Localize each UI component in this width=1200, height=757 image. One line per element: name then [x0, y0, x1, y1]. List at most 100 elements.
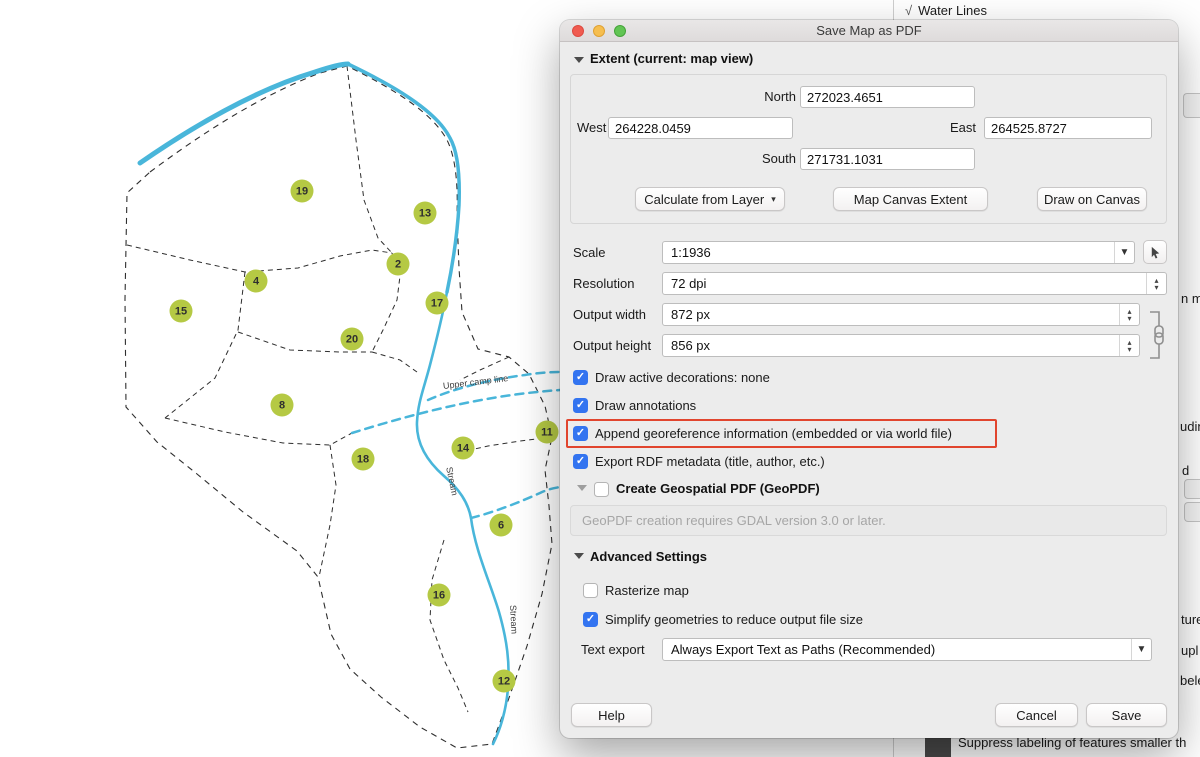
- spinner-arrows-icon[interactable]: ▴▾: [1146, 273, 1166, 294]
- map-marker-18: 18: [352, 448, 375, 471]
- rasterize-map-label: Rasterize map: [605, 583, 689, 599]
- map-canvas-extent-label: Map Canvas Extent: [854, 192, 967, 207]
- save-map-as-pdf-dialog: Save Map as PDF Extent (current: map vie…: [560, 20, 1178, 738]
- output-width-spinbox[interactable]: 872 px ▴▾: [662, 303, 1140, 326]
- collapse-triangle-geopdf[interactable]: [577, 485, 587, 491]
- draw-active-decorations-label: Draw active decorations: none: [595, 370, 770, 386]
- spinner-arrows-icon[interactable]: ▴▾: [1119, 304, 1139, 325]
- chevron-down-icon: ▾: [771, 194, 776, 205]
- scale-value: 1:1936: [671, 242, 711, 263]
- collapse-triangle-extent[interactable]: [574, 57, 584, 63]
- resolution-value: 72 dpi: [671, 273, 706, 294]
- draw-on-canvas-label: Draw on Canvas: [1044, 192, 1140, 207]
- cropped-text: d: [1182, 463, 1189, 478]
- output-width-label: Output width: [573, 307, 646, 322]
- output-height-value: 856 px: [671, 335, 710, 356]
- cropped-button-fragment[interactable]: [1183, 93, 1200, 118]
- map-marker-20: 20: [341, 328, 364, 351]
- save-button-label: Save: [1112, 708, 1142, 723]
- dialog-title: Save Map as PDF: [560, 23, 1178, 38]
- set-scale-from-canvas-button[interactable]: [1143, 240, 1167, 264]
- append-georeference-label: Append georeference information (embedde…: [595, 426, 952, 442]
- layer-item-label: Water Lines: [918, 3, 987, 18]
- help-button[interactable]: Help: [571, 703, 652, 727]
- cropped-text: ture: [1181, 612, 1200, 627]
- layer-item-water-lines[interactable]: √ Water Lines: [905, 3, 987, 18]
- map-label: Stream: [508, 605, 520, 634]
- chevron-down-icon[interactable]: ▼: [1114, 242, 1134, 263]
- draw-on-canvas-button[interactable]: Draw on Canvas: [1037, 187, 1147, 211]
- cropped-text: n m: [1181, 291, 1200, 306]
- spinner-arrows-icon[interactable]: ▴▾: [1119, 335, 1139, 356]
- map-marker-15: 15: [170, 300, 193, 323]
- cursor-icon: [1149, 246, 1162, 259]
- south-label: South: [710, 151, 796, 166]
- export-rdf-metadata-label: Export RDF metadata (title, author, etc.…: [595, 454, 825, 470]
- map-marker-6: 6: [490, 514, 513, 537]
- geopdf-note-box: GeoPDF creation requires GDAL version 3.…: [570, 505, 1167, 536]
- scale-label: Scale: [573, 245, 606, 260]
- line-layer-icon: √: [905, 3, 912, 18]
- extent-section-header: Extent (current: map view): [590, 51, 753, 66]
- east-label: East: [950, 120, 976, 135]
- scale-combobox[interactable]: 1:1936 ▼: [662, 241, 1135, 264]
- output-width-value: 872 px: [671, 304, 710, 325]
- parcel-internal-lines: [127, 66, 552, 712]
- west-input[interactable]: [608, 117, 793, 139]
- map-marker-11: 11: [536, 421, 559, 444]
- save-button[interactable]: Save: [1086, 703, 1167, 727]
- cropped-text: upl: [1181, 643, 1198, 658]
- map-marker-17: 17: [426, 292, 449, 315]
- draw-annotations-label: Draw annotations: [595, 398, 696, 414]
- map-marker-19: 19: [291, 180, 314, 203]
- cancel-button[interactable]: Cancel: [995, 703, 1078, 727]
- checkbox-export-rdf-metadata[interactable]: ✓: [573, 454, 588, 469]
- checkbox-draw-annotations[interactable]: ✓: [573, 398, 588, 413]
- simplify-geometries-label: Simplify geometries to reduce output fil…: [605, 612, 863, 628]
- river-thick: [140, 64, 348, 163]
- calculate-from-layer-button[interactable]: Calculate from Layer ▾: [635, 187, 785, 211]
- resolution-spinbox[interactable]: 72 dpi ▴▾: [662, 272, 1167, 295]
- north-input[interactable]: [800, 86, 975, 108]
- east-input[interactable]: [984, 117, 1152, 139]
- map-marker-13: 13: [414, 202, 437, 225]
- resolution-label: Resolution: [573, 276, 634, 291]
- map-marker-8: 8: [271, 394, 294, 417]
- chevron-down-icon[interactable]: ▼: [1131, 639, 1151, 660]
- help-button-label: Help: [598, 708, 625, 723]
- cancel-button-label: Cancel: [1016, 708, 1056, 723]
- cropped-button-fragment[interactable]: [1184, 502, 1200, 522]
- text-export-value: Always Export Text as Paths (Recommended…: [671, 639, 935, 660]
- map-marker-12: 12: [493, 670, 516, 693]
- map-canvas-extent-button[interactable]: Map Canvas Extent: [833, 187, 988, 211]
- geopdf-note-text: GeoPDF creation requires GDAL version 3.…: [571, 506, 1166, 535]
- geopdf-section-header: Create Geospatial PDF (GeoPDF): [616, 481, 820, 496]
- dialog-titlebar[interactable]: Save Map as PDF: [560, 20, 1178, 42]
- cropped-button-fragment[interactable]: [1184, 479, 1200, 499]
- west-label: West: [577, 120, 606, 135]
- calculate-from-layer-label: Calculate from Layer: [644, 192, 764, 207]
- collapse-triangle-advanced[interactable]: [574, 553, 584, 559]
- output-height-label: Output height: [573, 338, 651, 353]
- map-marker-16: 16: [428, 584, 451, 607]
- cropped-text: udin: [1180, 419, 1200, 434]
- map-marker-14: 14: [452, 437, 475, 460]
- map-marker-4: 4: [245, 270, 268, 293]
- checkbox-draw-active-decorations[interactable]: ✓: [573, 370, 588, 385]
- checkbox-simplify-geometries[interactable]: ✓: [583, 612, 598, 627]
- text-export-dropdown[interactable]: Always Export Text as Paths (Recommended…: [662, 638, 1152, 661]
- checkbox-create-geopdf[interactable]: ✓: [594, 482, 609, 497]
- map-canvas[interactable]: 191324171520818141161612Upper camp lineS…: [0, 0, 560, 757]
- lock-aspect-ratio-icon[interactable]: [1146, 306, 1168, 364]
- north-label: North: [710, 89, 796, 104]
- advanced-settings-header: Advanced Settings: [590, 549, 707, 564]
- text-export-label: Text export: [581, 642, 645, 657]
- output-height-spinbox[interactable]: 856 px ▴▾: [662, 334, 1140, 357]
- checkbox-rasterize-map[interactable]: ✓: [583, 583, 598, 598]
- south-input[interactable]: [800, 148, 975, 170]
- screen: 191324171520818141161612Upper camp lineS…: [0, 0, 1200, 757]
- panel-divider-top: [893, 0, 894, 21]
- checkbox-append-georeference[interactable]: ✓: [573, 426, 588, 441]
- cropped-text: bele: [1180, 673, 1200, 688]
- map-marker-2: 2: [387, 253, 410, 276]
